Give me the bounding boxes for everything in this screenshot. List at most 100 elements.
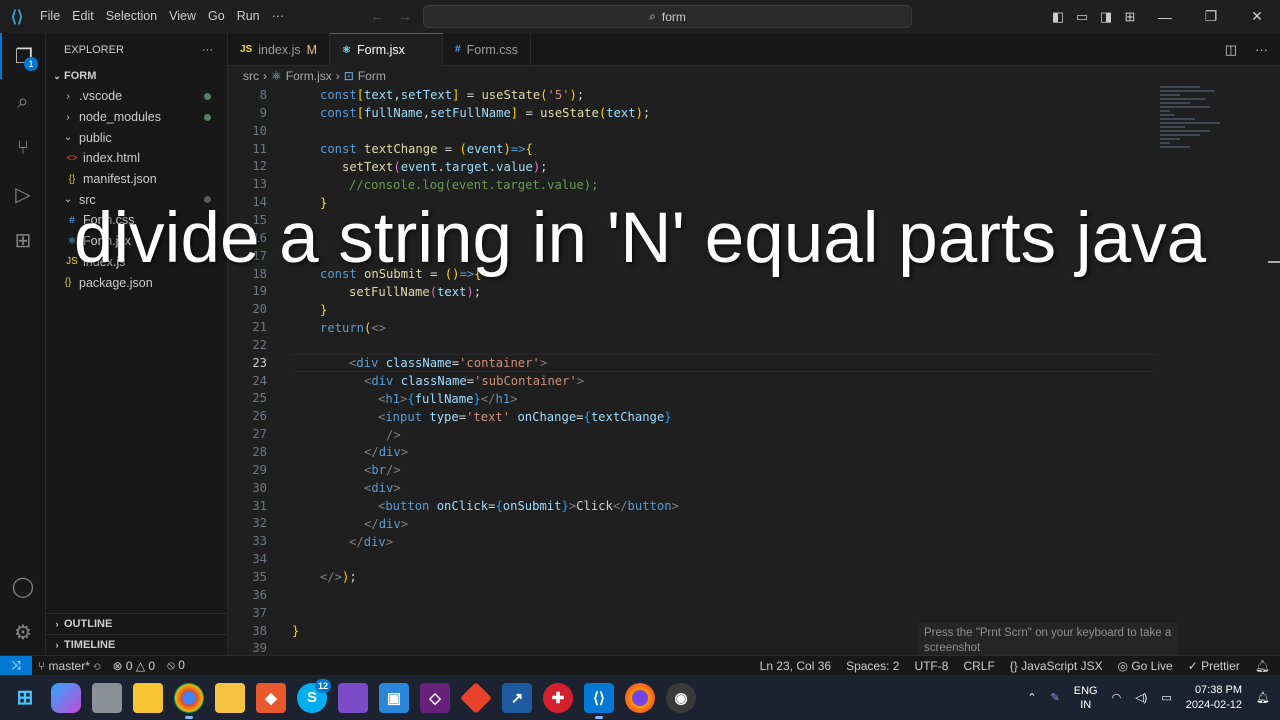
battery-icon[interactable]: ▭ (1161, 691, 1171, 704)
tree-item-label: node_modules (79, 110, 162, 125)
tree-item[interactable]: › node_modules (46, 107, 227, 128)
status-left: ⑂ master* ⟲ ⊗ 0 △ 0 ⦸ 0 (32, 658, 185, 673)
language-mode[interactable]: {} JavaScript JSX (1010, 659, 1103, 673)
tree-item[interactable]: ⌄ public (46, 127, 227, 148)
code-line: //console.log(event.target.value); (349, 178, 599, 192)
firefox-icon[interactable] (625, 682, 655, 713)
git-icon[interactable] (460, 681, 492, 714)
minimize-icon[interactable]: — (1142, 9, 1188, 25)
css-file-icon: # (455, 44, 461, 55)
line-number-text: 10 (252, 123, 267, 138)
cursor-position[interactable]: Ln 23, Col 36 (760, 659, 831, 673)
code-line: <h1>{fullName}</h1> (378, 392, 518, 406)
line-number-text: 22 (252, 337, 267, 352)
sticky-notes-icon[interactable] (133, 682, 163, 713)
breadcrumb-symbol[interactable]: Form (358, 69, 386, 83)
code-editor[interactable]: 8 9 10 11 12 13 14 15 16 17 18 19 20 21 22 23 24 25 26 27 28… (228, 86, 1280, 655)
file-explorer-icon[interactable] (215, 682, 245, 713)
notification-bell-icon[interactable]: 🔔︎ (1256, 691, 1270, 704)
red-app-icon[interactable]: ✚ (543, 682, 573, 713)
menu-edit[interactable]: Edit (66, 0, 100, 33)
skype-badge: 12 (315, 678, 331, 693)
ports-indicator[interactable]: ⦸ 0 (167, 658, 185, 673)
branch-indicator[interactable]: ⑂ master* ⟲ (38, 659, 100, 673)
close-icon[interactable]: ✕ (1234, 8, 1280, 25)
menu-file[interactable]: File (34, 0, 66, 33)
prettier-button[interactable]: ✓ Prettier (1188, 659, 1240, 673)
remote-indicator-icon[interactable]: ⤨ (0, 655, 32, 676)
remote-desktop-icon[interactable]: ↗ (502, 682, 532, 713)
code-line: setText(event.target.value); (342, 160, 548, 174)
project-folder-header[interactable]: ⌄ FORM (46, 66, 227, 86)
encoding[interactable]: UTF-8 (914, 659, 948, 673)
vscode-taskbar-icon[interactable]: ⟨⟩ (584, 682, 614, 719)
account-icon[interactable]: ◯ (0, 563, 46, 609)
copilot-icon[interactable] (51, 682, 81, 713)
pen-icon[interactable]: ✎ (1051, 691, 1060, 704)
source-control-icon[interactable]: ⑂ (0, 125, 46, 171)
chevron-down-icon: ⌄ (63, 132, 73, 144)
broadcast-icon: ◎ (1117, 659, 1132, 673)
menu-go[interactable]: Go (202, 0, 231, 33)
tree-item[interactable]: {} manifest.json (46, 169, 227, 190)
code-line: <div> (364, 481, 401, 495)
skype-icon[interactable]: S 12 (297, 678, 331, 713)
wifi-icon[interactable]: ◠ (1112, 691, 1122, 704)
tree-item[interactable]: › .vscode (46, 86, 227, 107)
windows-start-icon[interactable]: ⊞ (10, 683, 40, 713)
search-view-icon[interactable]: ⌕ (0, 79, 46, 125)
status-right: Ln 23, Col 36 Spaces: 2 UTF-8 CRLF {} Ja… (760, 656, 1270, 676)
restore-icon[interactable]: ❐ (1188, 8, 1234, 25)
outline-section[interactable]: › OUTLINE (46, 613, 228, 634)
toggle-secondary-sidebar-icon[interactable]: ◨ (1094, 9, 1118, 25)
menu-more[interactable]: ··· (266, 0, 291, 33)
back-arrow-icon[interactable]: ← (370, 0, 384, 33)
shield-icon[interactable]: ◆ (256, 682, 286, 713)
tab-form-css[interactable]: # Form.css (443, 33, 531, 66)
chevron-up-icon[interactable]: ⌃ (1027, 691, 1036, 704)
tree-item[interactable]: <> index.html (46, 148, 227, 169)
store-icon[interactable]: ▣ (379, 682, 409, 713)
chrome-icon[interactable] (174, 682, 204, 719)
toggle-panel-icon[interactable]: ▭ (1070, 9, 1094, 25)
menu-run[interactable]: Run (231, 0, 266, 33)
status-bar: ⤨ ⑂ master* ⟲ ⊗ 0 △ 0 ⦸ 0 Ln 23, Col 36 … (0, 655, 1280, 676)
breadcrumb-folder[interactable]: src (243, 69, 259, 83)
clock[interactable]: 07:38 PM 2024-02-12 (1186, 683, 1242, 713)
more-actions-icon[interactable]: ··· (1255, 42, 1268, 57)
problems-indicator[interactable]: ⊗ 0 △ 0 (112, 659, 155, 673)
visual-studio-preview-icon[interactable] (338, 682, 368, 713)
language-indicator[interactable]: ENG IN (1074, 684, 1098, 712)
timeline-section[interactable]: › TIMELINE (46, 634, 228, 655)
menu-view[interactable]: View (163, 0, 202, 33)
forward-arrow-icon[interactable]: → (398, 0, 412, 33)
volume-icon[interactable]: ◁) (1135, 691, 1147, 704)
end-of-line[interactable]: CRLF (963, 659, 994, 673)
html-file-icon: <> (66, 152, 78, 164)
customize-layout-icon[interactable]: ⊞ (1118, 9, 1142, 25)
explorer-icon[interactable]: ❐ 1 (0, 33, 46, 79)
tab-index-js[interactable]: JS index.js M (228, 33, 331, 66)
file-window-icon[interactable] (92, 682, 122, 713)
toggle-primary-sidebar-icon[interactable]: ◧ (1046, 9, 1070, 25)
notifications-bell-icon[interactable]: 🔔︎ (1255, 659, 1270, 673)
code-line: return(<> (320, 321, 387, 335)
menu-selection[interactable]: Selection (100, 0, 163, 33)
command-center-search[interactable]: ⌕ form (423, 5, 912, 28)
settings-gear-icon[interactable]: ⚙ (0, 609, 46, 655)
sync-icon: ⟲ (93, 658, 101, 673)
more-actions-icon[interactable]: ··· (202, 44, 213, 56)
code-line: </>); (320, 570, 357, 584)
tab-form-jsx[interactable]: ⚛ Form.jsx (330, 33, 444, 66)
visual-studio-icon[interactable]: ◇ (420, 682, 450, 713)
obs-icon[interactable]: ◉ (666, 682, 696, 713)
code-line: </div> (349, 535, 394, 549)
breadcrumb-file[interactable]: Form.jsx (286, 69, 332, 83)
indentation[interactable]: Spaces: 2 (846, 659, 899, 673)
minimap[interactable] (1160, 86, 1270, 176)
line-number-text: 37 (252, 605, 267, 620)
go-live-button[interactable]: ◎ Go Live (1118, 659, 1173, 673)
line-number: 22 (228, 337, 1280, 355)
code-line: setFullName(text); (349, 285, 482, 299)
split-editor-icon[interactable]: ◫ (1225, 42, 1237, 58)
